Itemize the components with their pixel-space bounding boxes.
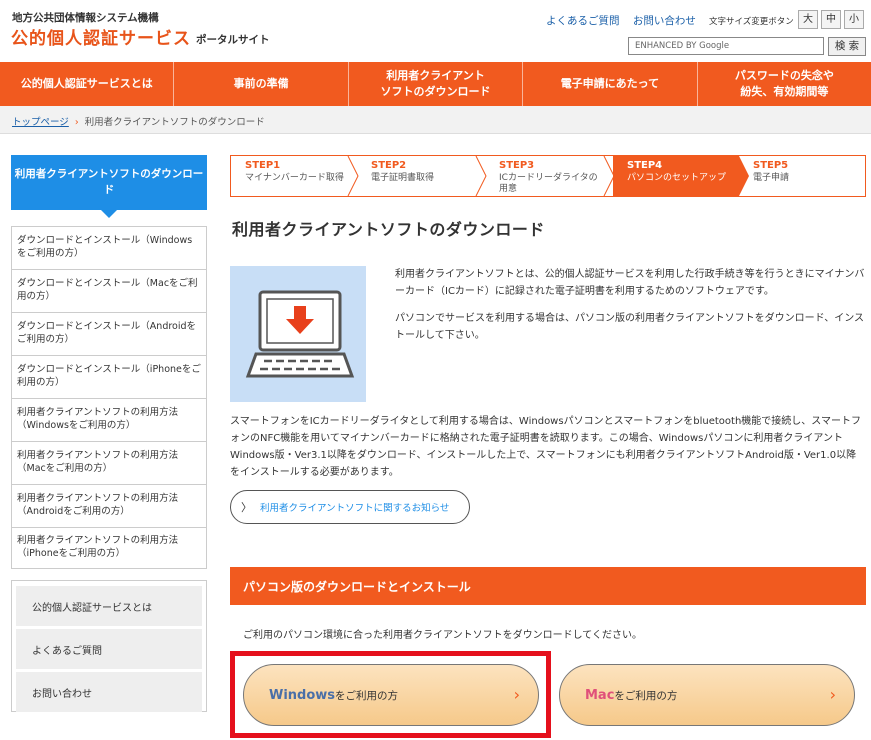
page-title: 利用者クライアントソフトのダウンロード xyxy=(232,220,545,239)
search-button[interactable]: 検 索 xyxy=(828,37,866,56)
mac-os-label: Mac xyxy=(585,687,615,703)
step-4-number: STEP4 xyxy=(627,160,663,171)
intro-paragraph-1: 利用者クライアントソフトとは、公的個人認証サービスを利用した行政手続き等を行うと… xyxy=(395,269,865,297)
sidebar-item-install-mac[interactable]: ダウンロードとインストール（Macをご利用の方） xyxy=(12,270,206,313)
notice-link-label: 利用者クライアントソフトに関するお知らせ xyxy=(260,503,450,514)
notice-link-button[interactable]: 〉 利用者クライアントソフトに関するお知らせ xyxy=(230,490,470,524)
step-2-label: 電子証明書取得 xyxy=(371,172,435,183)
sidebar-link-faq[interactable]: よくあるご質問 xyxy=(16,629,202,669)
windows-os-label: Windows xyxy=(269,687,336,703)
sidebar-item-install-android[interactable]: ダウンロードとインストール（Androidをご利用の方） xyxy=(12,313,206,356)
contact-link[interactable]: お問い合わせ xyxy=(633,15,696,27)
utility-links: よくあるご質問 お問い合わせ xyxy=(546,13,706,28)
nav-password[interactable]: パスワードの失念や 紛失、有効期間等 xyxy=(696,62,871,106)
step-2-number: STEP2 xyxy=(371,160,407,171)
org-name: 地方公共団体情報システム機構 xyxy=(12,12,159,24)
breadcrumb-current: 利用者クライアントソフトのダウンロード xyxy=(84,117,265,128)
step-5-label: 電子申請 xyxy=(753,172,790,183)
fontsize-small-button[interactable]: 小 xyxy=(844,10,864,29)
step-1-number: STEP1 xyxy=(245,160,281,171)
laptop-download-illustration xyxy=(230,266,366,402)
sidebar-item-install-windows[interactable]: ダウンロードとインストール（Windowsをご利用の方） xyxy=(12,227,206,270)
chevron-right-icon: › xyxy=(513,685,520,704)
nav-download[interactable]: 利用者クライアント ソフトのダウンロード xyxy=(347,62,522,106)
search-input[interactable]: ENHANCED BY Google xyxy=(628,37,824,55)
sidebar-link-contact[interactable]: お問い合わせ xyxy=(16,672,202,712)
sidebar-item-usage-windows[interactable]: 利用者クライアントソフトの利用方法（Windowsをご利用の方） xyxy=(12,399,206,442)
download-instruction: ご利用のパソコン環境に合った利用者クライアントソフトをダウンロードしてください。 xyxy=(243,630,642,641)
windows-download-button[interactable]: Windows をご利用の方 › xyxy=(243,664,539,726)
nav-about[interactable]: 公的個人認証サービスとは xyxy=(0,62,173,106)
sidebar-links: 公的個人認証サービスとは よくあるご質問 お問い合わせ xyxy=(11,580,207,712)
step-1[interactable]: STEP1 マイナンバーカード取得 xyxy=(231,156,357,196)
step-1-label: マイナンバーカード取得 xyxy=(245,172,344,183)
smartphone-paragraph: スマートフォンをICカードリーダライタとして利用する場合は、Windowsパソコ… xyxy=(230,416,862,478)
sidebar-item-usage-iphone[interactable]: 利用者クライアントソフトの利用方法（iPhoneをご利用の方） xyxy=(12,528,206,569)
step-5[interactable]: STEP5 電子申請 xyxy=(739,156,865,196)
windows-suffix-label: をご利用の方 xyxy=(335,689,399,702)
breadcrumb-home[interactable]: トップページ xyxy=(12,117,69,128)
sidebar-item-install-iphone[interactable]: ダウンロードとインストール（iPhoneをご利用の方） xyxy=(12,356,206,399)
intro-text: 利用者クライアントソフトとは、公的個人認証サービスを利用した行政手続き等を行うと… xyxy=(395,266,865,354)
step-3-number: STEP3 xyxy=(499,160,535,171)
faq-link[interactable]: よくあるご質問 xyxy=(546,15,620,27)
breadcrumb-separator: › xyxy=(74,117,79,128)
sidebar-link-about[interactable]: 公的個人認証サービスとは xyxy=(16,586,202,626)
step-3-label: ICカードリーダライタの用意 xyxy=(499,172,598,194)
intro-paragraph-2: パソコンでサービスを利用する場合は、パソコン版の利用者クライアントソフトをダウン… xyxy=(395,313,864,341)
mac-download-button[interactable]: Mac をご利用の方 › xyxy=(559,664,855,726)
chevron-right-icon: › xyxy=(829,685,836,704)
site-subtitle: ポータルサイト xyxy=(196,34,270,46)
sidebar-item-usage-android[interactable]: 利用者クライアントソフトの利用方法（Androidをご利用の方） xyxy=(12,485,206,528)
global-nav: 公的個人認証サービスとは 事前の準備 利用者クライアント ソフトのダウンロード … xyxy=(0,62,871,106)
step-progress-bar: STEP1 マイナンバーカード取得 STEP2 電子証明書取得 STEP3 IC… xyxy=(230,155,866,197)
nav-preparation[interactable]: 事前の準備 xyxy=(173,62,347,106)
section-heading-pc: パソコン版のダウンロードとインストール xyxy=(230,567,866,605)
nav-e-application[interactable]: 電子申請にあたって xyxy=(522,62,696,106)
sidebar-list: ダウンロードとインストール（Windowsをご利用の方） ダウンロードとインスト… xyxy=(11,226,207,569)
step-5-number: STEP5 xyxy=(753,160,789,171)
laptop-download-icon xyxy=(245,290,355,378)
sidebar-item-usage-mac[interactable]: 利用者クライアントソフトの利用方法（Macをご利用の方） xyxy=(12,442,206,485)
chevron-right-icon: 〉 xyxy=(241,501,252,514)
mac-suffix-label: をご利用の方 xyxy=(614,689,678,702)
breadcrumb: トップページ › 利用者クライアントソフトのダウンロード xyxy=(0,106,871,134)
step-4-label: パソコンのセットアップ xyxy=(627,172,727,183)
step-2[interactable]: STEP2 電子証明書取得 xyxy=(357,156,485,196)
site-header: 地方公共団体情報システム機構 公的個人認証サービス ポータルサイト よくあるご質… xyxy=(0,0,871,62)
fontsize-large-button[interactable]: 大 xyxy=(798,10,818,29)
site-logo[interactable]: 公的個人認証サービス xyxy=(11,24,191,49)
fontsize-label: 文字サイズ変更ボタン xyxy=(709,17,794,27)
step-4-current[interactable]: STEP4 パソコンのセットアップ xyxy=(613,156,739,196)
step-3[interactable]: STEP3 ICカードリーダライタの用意 xyxy=(485,156,613,196)
sidebar-heading[interactable]: 利用者クライアントソフトのダウンロード xyxy=(11,155,207,218)
fontsize-medium-button[interactable]: 中 xyxy=(821,10,841,29)
